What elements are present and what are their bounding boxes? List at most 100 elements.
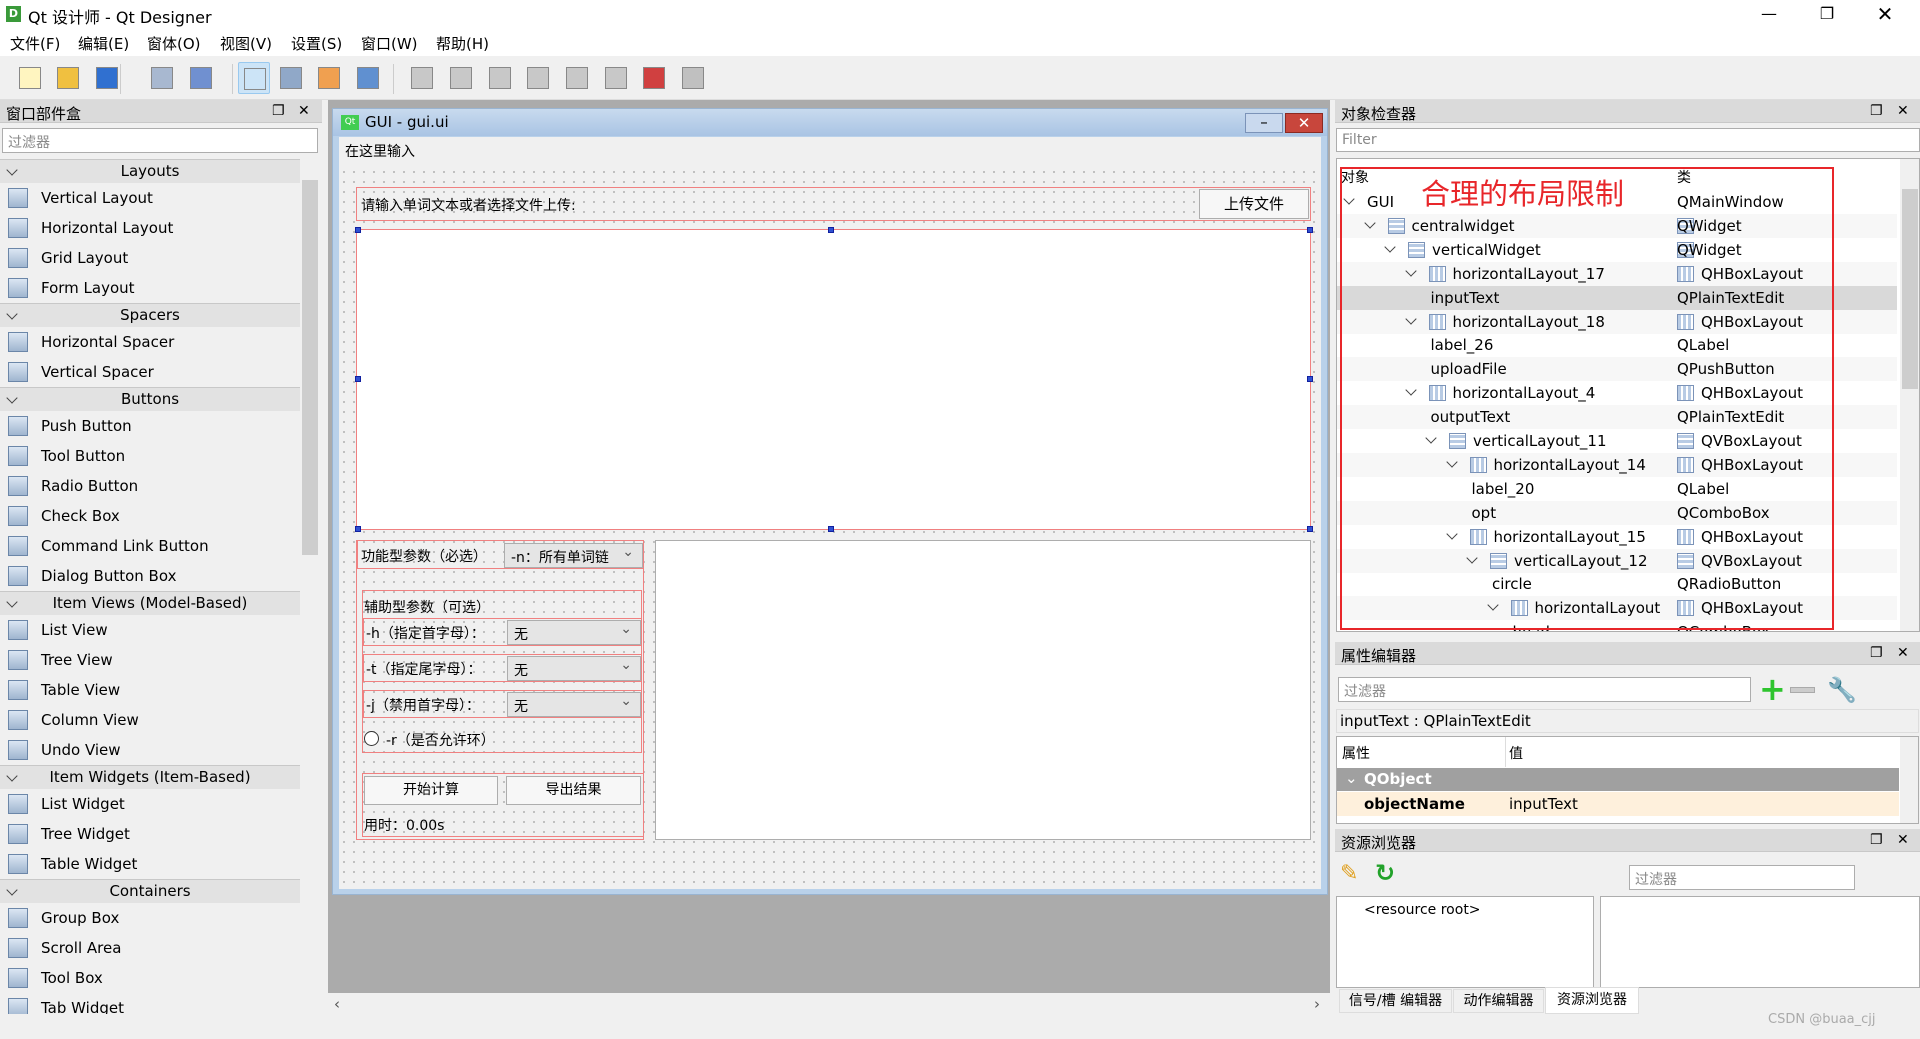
scroll-right-icon[interactable]: › xyxy=(1314,995,1320,1013)
widget-item-vertical-layout[interactable]: Vertical Layout xyxy=(0,183,300,213)
widget-item-tree-view[interactable]: Tree View xyxy=(0,645,300,675)
head-combobox[interactable]: 无 xyxy=(507,620,641,645)
circle-radio-button[interactable] xyxy=(364,731,379,746)
close-button[interactable]: ✕ xyxy=(1856,0,1914,29)
widget-category-header[interactable]: Item Widgets (Item-Based) xyxy=(0,765,300,789)
scrollbar-thumb[interactable] xyxy=(302,180,318,555)
configure-wrench-icon[interactable]: 🔧 xyxy=(1827,676,1857,704)
minimize-button[interactable]: — xyxy=(1740,0,1798,29)
widget-item-push-button[interactable]: Push Button xyxy=(0,411,300,441)
widget-item-table-widget[interactable]: Table Widget xyxy=(0,849,300,879)
tail-combobox[interactable]: 无 xyxy=(507,656,641,681)
widget-item-undo-view[interactable]: Undo View xyxy=(0,735,300,765)
widget-filter-input[interactable]: 过滤器 xyxy=(2,128,318,153)
add-property-icon[interactable]: + xyxy=(1759,670,1786,708)
form-minimize-button[interactable]: – xyxy=(1245,113,1283,133)
qobject-group-row[interactable]: ⌄ QObject xyxy=(1337,768,1899,791)
property-row-objectname[interactable]: objectName inputText xyxy=(1337,792,1899,816)
open-folder-icon[interactable] xyxy=(52,62,84,94)
widget-item-tool-box[interactable]: Tool Box xyxy=(0,963,300,993)
close-icon[interactable]: ✕ xyxy=(298,103,310,119)
edit-widgets-icon[interactable] xyxy=(238,62,270,94)
layout-grid-icon[interactable] xyxy=(561,62,593,94)
menu-window[interactable]: 窗口(W) xyxy=(361,33,418,54)
widget-category-header[interactable]: Containers xyxy=(0,879,300,903)
layout-vsplitter-icon[interactable] xyxy=(522,62,554,94)
widget-item-check-box[interactable]: Check Box xyxy=(0,501,300,531)
edit-resources-pencil-icon[interactable]: ✎ xyxy=(1340,861,1358,886)
widget-item-list-view[interactable]: List View xyxy=(0,615,300,645)
widget-item-form-layout[interactable]: Form Layout xyxy=(0,273,300,303)
layout-horizontal-icon[interactable] xyxy=(406,62,438,94)
property-value[interactable]: inputText xyxy=(1509,795,1578,813)
ban-combobox[interactable]: 无 xyxy=(507,692,641,717)
widget-item-tree-widget[interactable]: Tree Widget xyxy=(0,819,300,849)
mdi-horizontal-scrollbar[interactable]: ‹ › xyxy=(328,993,1330,1015)
send-to-back-icon[interactable] xyxy=(185,62,217,94)
resource-filter-input[interactable]: 过滤器 xyxy=(1629,865,1855,890)
opt-combobox[interactable]: -n：所有单词链 xyxy=(504,543,643,568)
widget-item-tab-widget[interactable]: Tab Widget xyxy=(0,993,300,1014)
menu-view[interactable]: 视图(V) xyxy=(220,33,272,54)
resource-root[interactable]: <resource root> xyxy=(1364,902,1481,918)
new-file-icon[interactable] xyxy=(14,62,46,94)
close-icon[interactable]: ✕ xyxy=(1897,645,1909,661)
widget-category-header[interactable]: Spacers xyxy=(0,303,300,327)
object-filter-input[interactable]: Filter xyxy=(1336,128,1920,152)
upload-file-button[interactable]: 上传文件 xyxy=(1199,189,1309,219)
start-button[interactable]: 开始计算 xyxy=(364,776,498,805)
menu-form[interactable]: 窗体(O) xyxy=(147,33,201,54)
menu-file[interactable]: 文件(F) xyxy=(10,33,60,54)
widget-item-tool-button[interactable]: Tool Button xyxy=(0,441,300,471)
float-icon[interactable]: ❐ xyxy=(1870,645,1883,661)
widget-item-group-box[interactable]: Group Box xyxy=(0,903,300,933)
tab-signal-slot-editor[interactable]: 信号/槽 编辑器 xyxy=(1339,989,1452,1013)
float-icon[interactable]: ❐ xyxy=(272,103,285,119)
remove-property-icon[interactable] xyxy=(1790,687,1815,693)
form-close-button[interactable]: ✕ xyxy=(1285,113,1323,133)
float-icon[interactable]: ❐ xyxy=(1870,832,1883,848)
widget-item-horizontal-layout[interactable]: Horizontal Layout xyxy=(0,213,300,243)
widget-item-grid-layout[interactable]: Grid Layout xyxy=(0,243,300,273)
close-icon[interactable]: ✕ xyxy=(1897,832,1909,848)
menu-edit[interactable]: 编辑(E) xyxy=(78,33,129,54)
widget-category-header[interactable]: Item Views (Model-Based) xyxy=(0,591,300,615)
close-icon[interactable]: ✕ xyxy=(1897,103,1909,119)
save-icon[interactable] xyxy=(91,62,123,94)
edit-signals-slots-icon[interactable] xyxy=(275,62,307,94)
tab-action-editor[interactable]: 动作编辑器 xyxy=(1453,989,1544,1013)
float-icon[interactable]: ❐ xyxy=(1870,103,1883,119)
reload-icon[interactable]: ↻ xyxy=(1375,859,1395,887)
output-text[interactable] xyxy=(655,540,1311,840)
widget-category-header[interactable]: Layouts xyxy=(0,159,300,183)
layout-form-icon[interactable] xyxy=(600,62,632,94)
widget-item-dialog-button-box[interactable]: Dialog Button Box xyxy=(0,561,300,591)
break-layout-icon[interactable] xyxy=(638,62,670,94)
widget-item-table-view[interactable]: Table View xyxy=(0,675,300,705)
widget-item-list-widget[interactable]: List Widget xyxy=(0,789,300,819)
tab-resource-browser[interactable]: 资源浏览器 xyxy=(1545,987,1639,1014)
property-scrollbar[interactable] xyxy=(1900,737,1918,823)
widget-item-scroll-area[interactable]: Scroll Area xyxy=(0,933,300,963)
adjust-size-icon[interactable] xyxy=(677,62,709,94)
property-filter-input[interactable]: 过滤器 xyxy=(1338,677,1751,702)
widget-item-horizontal-spacer[interactable]: Horizontal Spacer xyxy=(0,327,300,357)
edit-buddies-icon[interactable] xyxy=(313,62,345,94)
scroll-left-icon[interactable]: ‹ xyxy=(334,995,340,1013)
input-text[interactable] xyxy=(356,229,1311,530)
tree-scrollbar[interactable] xyxy=(1900,159,1919,631)
widget-item-column-view[interactable]: Column View xyxy=(0,705,300,735)
widget-item-command-link-button[interactable]: Command Link Button xyxy=(0,531,300,561)
edit-tab-order-icon[interactable] xyxy=(352,62,384,94)
layout-hsplitter-icon[interactable] xyxy=(484,62,516,94)
widget-category-header[interactable]: Buttons xyxy=(0,387,300,411)
export-button[interactable]: 导出结果 xyxy=(506,776,641,805)
restore-button[interactable]: ❐ xyxy=(1798,0,1856,29)
widget-item-vertical-spacer[interactable]: Vertical Spacer xyxy=(0,357,300,387)
widget-item-radio-button[interactable]: Radio Button xyxy=(0,471,300,501)
layout-vertical-icon[interactable] xyxy=(445,62,477,94)
menu-placeholder[interactable]: 在这里输入 xyxy=(345,141,415,161)
menu-settings[interactable]: 设置(S) xyxy=(291,33,342,54)
bring-to-front-icon[interactable] xyxy=(146,62,178,94)
menu-help[interactable]: 帮助(H) xyxy=(436,33,489,54)
